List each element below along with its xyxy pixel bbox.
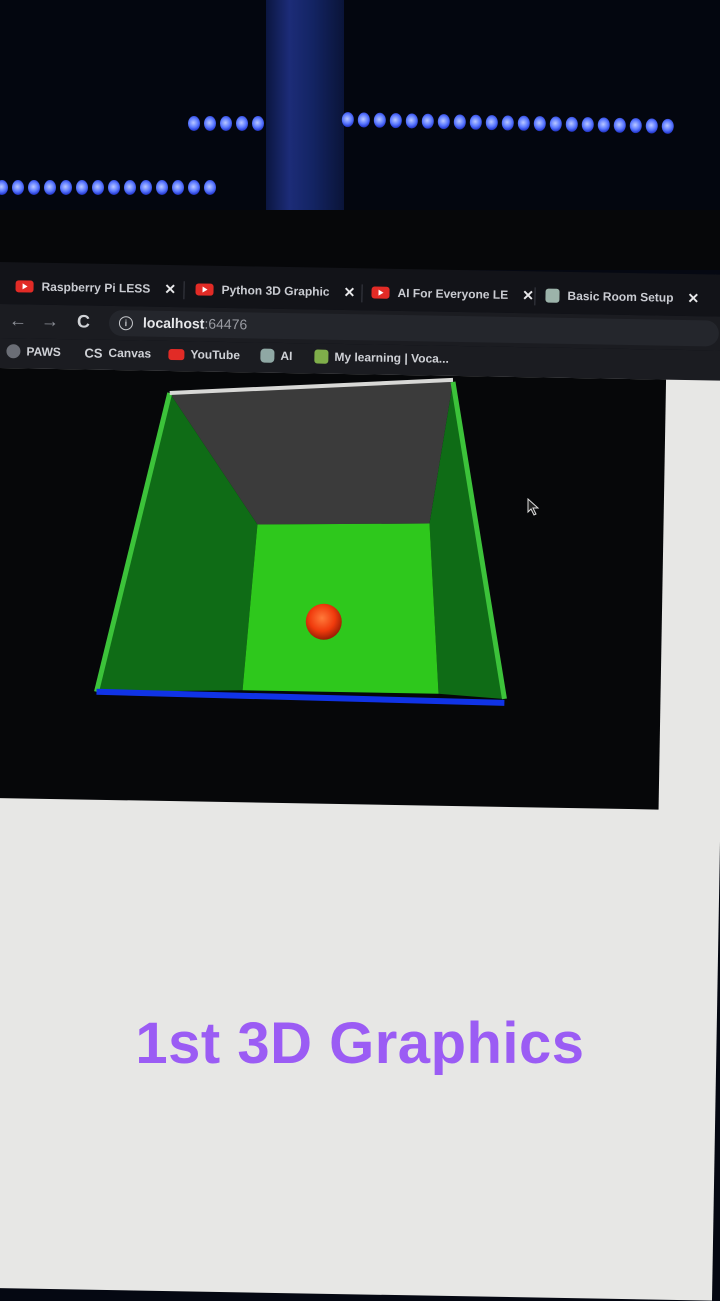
tab-label: Python 3D Graphic	[221, 282, 330, 299]
led-light	[156, 180, 168, 195]
led-light	[661, 118, 674, 134]
bookmark-label: YouTube	[190, 347, 241, 363]
tab-divider	[534, 287, 536, 306]
led-light	[581, 117, 594, 133]
led-light	[373, 112, 386, 128]
led-light	[341, 112, 354, 128]
tab-label: Basic Room Setup	[567, 288, 674, 305]
info-icon[interactable]: i	[118, 316, 134, 331]
tab-python-3d[interactable]: Python 3D Graphic ✕	[195, 277, 355, 304]
3d-canvas[interactable]	[0, 367, 667, 810]
url-host: localhost	[142, 314, 205, 332]
mouse-cursor-icon	[527, 498, 540, 516]
led-light	[453, 114, 466, 130]
led-light	[44, 180, 56, 195]
led-light	[549, 116, 562, 132]
led-light	[485, 115, 498, 131]
youtube-icon	[371, 286, 390, 299]
close-icon[interactable]: ✕	[687, 290, 699, 307]
tab-divider	[183, 281, 185, 300]
led-light	[204, 116, 216, 131]
monitor-bezel	[0, 210, 720, 270]
browser-window: Raspberry Pi LESS ✕ Python 3D Graphic ✕ …	[0, 262, 720, 1301]
led-light	[357, 112, 370, 128]
canvas-icon: CS	[84, 345, 103, 361]
led-light	[124, 180, 136, 195]
background-pillar	[266, 0, 344, 210]
page-icon	[545, 288, 560, 303]
led-light	[204, 180, 216, 195]
tab-divider	[361, 284, 363, 303]
close-icon[interactable]: ✕	[164, 280, 176, 297]
bookmark-label: AI	[280, 348, 293, 364]
bookmark-youtube[interactable]: YouTube	[168, 347, 240, 362]
room-floor	[242, 523, 439, 694]
led-strip	[188, 116, 264, 131]
tab-ai-for-everyone[interactable]: AI For Everyone LE ✕	[371, 280, 534, 307]
tab-label: Raspberry Pi LESS	[41, 279, 151, 296]
led-light	[0, 180, 8, 195]
led-light	[236, 116, 248, 131]
tab-basic-room-setup[interactable]: Basic Room Setup ✕	[545, 284, 699, 311]
led-light	[28, 180, 40, 195]
led-light	[597, 117, 610, 133]
led-light	[76, 180, 88, 195]
led-light	[12, 180, 24, 195]
led-light	[629, 118, 642, 134]
led-light	[405, 113, 418, 129]
url-port: :64476	[204, 315, 248, 333]
youtube-icon	[168, 348, 185, 360]
youtube-icon	[195, 283, 214, 296]
bookmark-label: PAWS	[26, 344, 62, 360]
bookmark-ai[interactable]: AI	[260, 348, 293, 364]
led-light	[389, 113, 402, 129]
globe-icon	[6, 344, 21, 359]
led-light	[220, 116, 232, 131]
bookmark-canvas[interactable]: CS Canvas	[84, 345, 151, 360]
led-light	[469, 114, 482, 130]
page-content	[0, 367, 720, 1301]
close-icon[interactable]: ✕	[522, 287, 534, 304]
reload-icon[interactable]: C	[77, 311, 90, 332]
led-light	[533, 116, 546, 132]
led-light	[172, 180, 184, 195]
bookmark-label: Canvas	[108, 345, 152, 361]
youtube-icon	[15, 280, 34, 293]
led-light	[252, 116, 264, 131]
openai-icon	[260, 348, 275, 363]
bookmark-paws[interactable]: PAWS	[6, 344, 61, 359]
led-light	[92, 180, 104, 195]
led-light	[188, 180, 200, 195]
led-light	[188, 116, 200, 131]
led-light	[613, 117, 626, 133]
led-strip	[0, 180, 216, 195]
vocareum-icon	[314, 349, 329, 364]
bookmark-my-learning[interactable]: My learning | Voca...	[314, 349, 450, 366]
led-light	[437, 114, 450, 130]
tab-raspberry-pi[interactable]: Raspberry Pi LESS ✕	[15, 274, 176, 301]
close-icon[interactable]: ✕	[343, 284, 355, 301]
led-light	[108, 180, 120, 195]
led-light	[140, 180, 152, 195]
led-light	[60, 180, 72, 195]
led-light	[517, 115, 530, 131]
led-light	[501, 115, 514, 131]
room-scene	[94, 377, 507, 706]
led-light	[421, 113, 434, 129]
led-light	[565, 116, 578, 132]
tab-label: AI For Everyone LE	[397, 285, 509, 302]
back-icon[interactable]: ←	[9, 310, 27, 331]
led-light	[645, 118, 658, 134]
forward-icon[interactable]: →	[41, 311, 59, 332]
bookmark-label: My learning | Voca...	[334, 349, 450, 366]
video-caption: 1st 3D Graphics	[135, 1011, 585, 1076]
